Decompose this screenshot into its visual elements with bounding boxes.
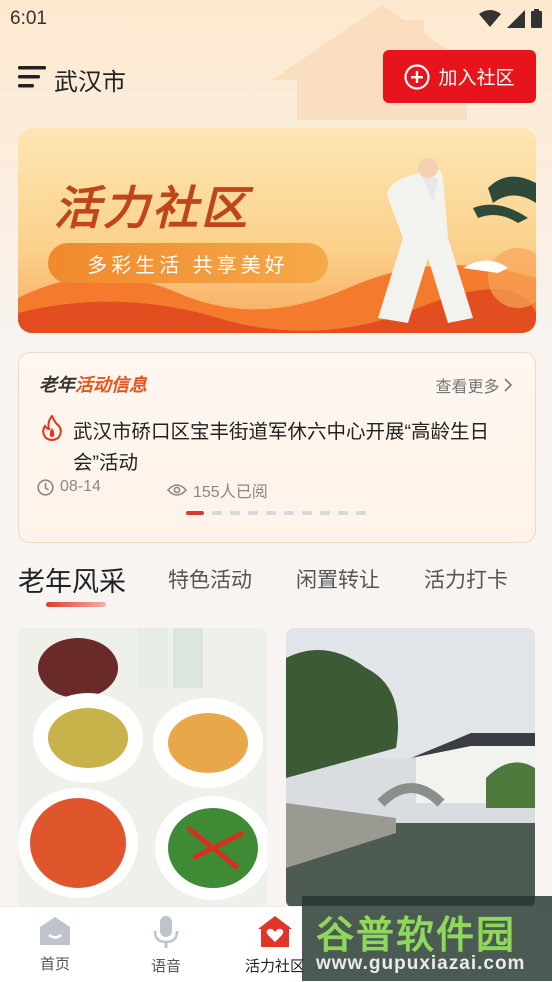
tab-checkin[interactable]: 活力打卡 <box>424 564 508 594</box>
signal-icon <box>507 9 525 28</box>
carousel-dot[interactable] <box>320 511 330 515</box>
chevron-right-icon <box>504 378 513 392</box>
category-tabs: 老年风采 特色活动 闲置转让 活力打卡 <box>0 556 552 616</box>
carousel-dot[interactable] <box>266 511 276 515</box>
tab-special-activities[interactable]: 特色活动 <box>168 564 252 594</box>
city-selector[interactable]: 武汉市 <box>54 62 126 97</box>
news-section-title: 老年活动信息 <box>39 375 147 395</box>
home-icon <box>40 917 70 945</box>
nav-voice[interactable]: 语音 <box>121 915 211 976</box>
join-community-button[interactable]: 加入社区 <box>383 50 536 103</box>
carousel-dot[interactable] <box>212 511 222 515</box>
status-time: 6:01 <box>10 8 47 29</box>
news-date: 08-14 <box>37 478 101 496</box>
watermark-url: www.gupuxiazai.com <box>316 953 526 974</box>
watermark-overlay: 谷普软件园 www.gupuxiazai.com <box>302 896 552 981</box>
promo-banner[interactable]: 活力社区 多彩生活 共享美好 <box>18 128 536 333</box>
post-card-food[interactable] <box>18 628 267 908</box>
carousel-dot[interactable] <box>186 511 204 515</box>
waterside-town-photo <box>286 628 535 908</box>
news-headline[interactable]: 武汉市硚口区宝丰街道军休六中心开展“高龄生日会”活动 <box>73 417 518 479</box>
eye-icon <box>167 484 187 496</box>
banner-title: 活力社区 <box>54 182 250 234</box>
wifi-icon <box>479 9 501 27</box>
add-circle-icon <box>404 63 431 90</box>
menu-icon[interactable] <box>18 64 46 90</box>
post-card-town[interactable] <box>286 628 535 908</box>
view-more-link[interactable]: 查看更多 <box>436 373 513 397</box>
nav-home[interactable]: 首页 <box>10 915 100 974</box>
carousel-dot[interactable] <box>230 511 240 515</box>
microphone-icon <box>153 916 179 948</box>
food-photo <box>18 628 267 908</box>
top-header: 武汉市 加入社区 <box>0 48 552 106</box>
news-views: 155人已阅 <box>167 478 268 502</box>
carousel-indicator <box>186 511 366 515</box>
watermark-title: 谷普软件园 <box>316 915 517 957</box>
clock-icon <box>37 478 54 496</box>
status-bar: 6:01 <box>0 0 552 38</box>
carousel-dot[interactable] <box>302 511 312 515</box>
fire-icon <box>42 415 62 441</box>
community-heart-icon <box>258 916 292 947</box>
activity-news-card[interactable]: 老年活动信息 查看更多 武汉市硚口区宝丰街道军休六中心开展“高龄生日会”活动 0… <box>18 352 536 543</box>
tab-secondhand[interactable]: 闲置转让 <box>296 564 380 594</box>
tab-elder-style[interactable]: 老年风采 <box>18 560 126 599</box>
carousel-dot[interactable] <box>356 511 366 515</box>
carousel-dot[interactable] <box>338 511 348 515</box>
carousel-dot[interactable] <box>248 511 258 515</box>
battery-icon <box>531 9 542 28</box>
banner-slogan: 多彩生活 共享美好 <box>48 243 328 283</box>
active-tab-indicator <box>46 602 106 607</box>
join-label: 加入社区 <box>438 68 515 89</box>
carousel-dot[interactable] <box>284 511 294 515</box>
